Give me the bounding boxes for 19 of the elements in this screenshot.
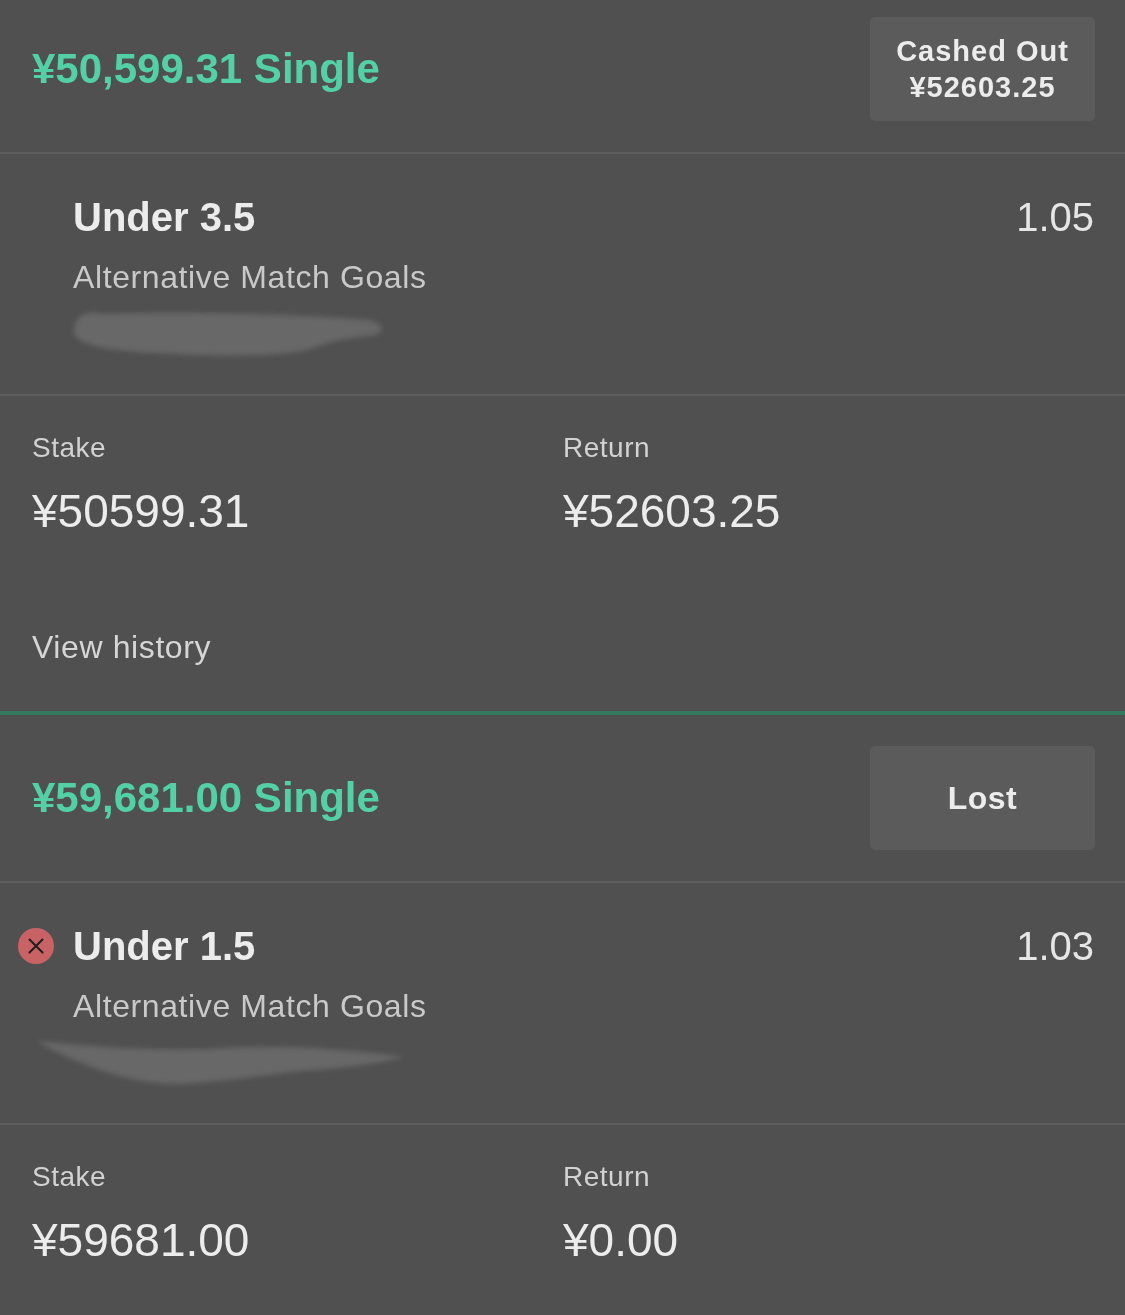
selection-odds: 1.05 [1016, 194, 1094, 241]
market-name: Alternative Match Goals [73, 258, 427, 297]
total-label: Return [563, 431, 651, 465]
market-name: Alternative Match Goals [73, 987, 427, 1026]
total-label: Return [563, 1160, 651, 1194]
total-label: Stake [32, 1160, 107, 1194]
total-label: Stake [32, 431, 107, 465]
selection-odds: 1.03 [1016, 923, 1094, 970]
bet-status-badge: Lost [870, 746, 1095, 850]
selection-name: Under 3.5 [73, 194, 256, 241]
bet-status-badge: Cashed Out ¥52603.25 [870, 17, 1095, 121]
total-value: ¥0.00 [563, 1213, 679, 1267]
total-value: ¥52603.25 [563, 484, 781, 538]
view-history-link[interactable]: View history [32, 627, 212, 667]
selection-name: Under 1.5 [73, 923, 256, 970]
bet-title: ¥50,599.31 Single [32, 44, 380, 94]
bet-title: ¥59,681.00 Single [32, 773, 380, 823]
total-value: ¥59681.00 [32, 1213, 250, 1267]
total-value: ¥50599.31 [32, 484, 250, 538]
